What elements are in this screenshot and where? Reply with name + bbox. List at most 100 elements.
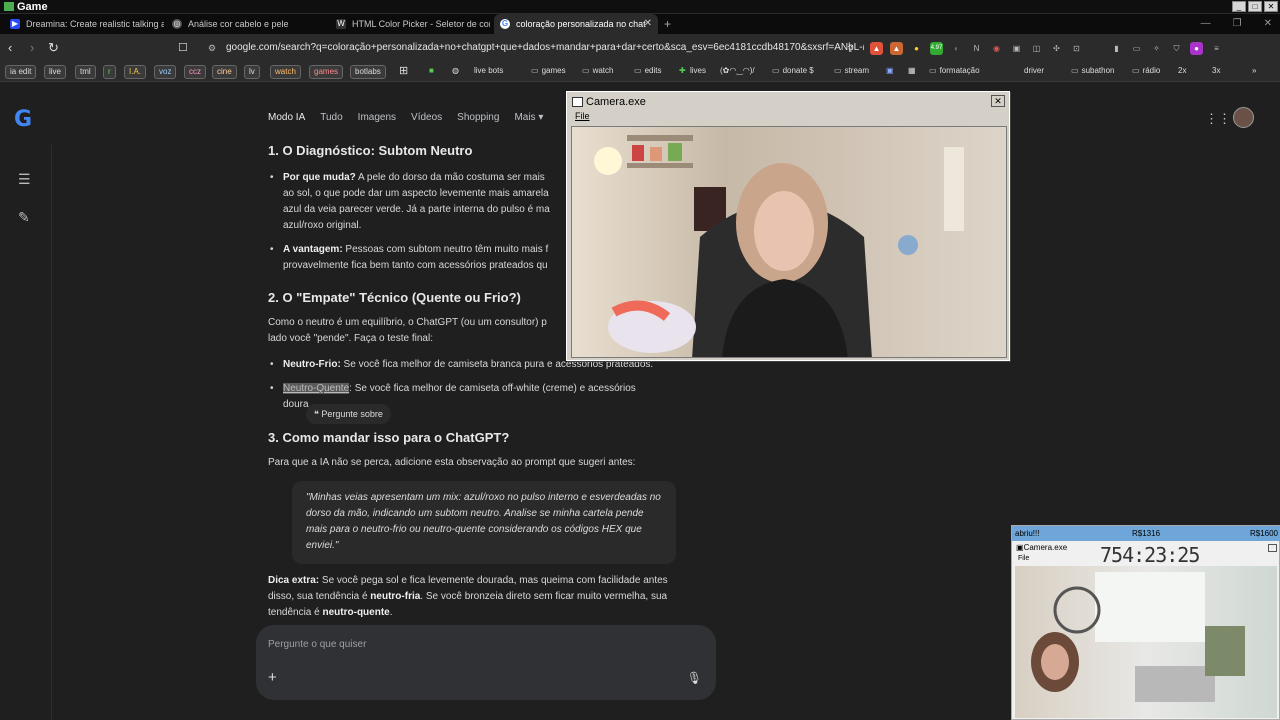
record-icon[interactable]: ◉ (990, 42, 1003, 55)
bookmark-icon[interactable]: ■ (425, 65, 438, 79)
extension-icon[interactable]: N (970, 42, 983, 55)
minimize-button[interactable]: _ (1232, 1, 1246, 12)
window-light (1095, 572, 1205, 642)
bookmark-chip[interactable]: cine (212, 65, 237, 79)
tab-imagens[interactable]: Imagens (358, 112, 396, 123)
close-icon[interactable]: ✕ (1264, 14, 1272, 34)
new-tab-button[interactable]: + (664, 14, 671, 34)
camera-title-bar[interactable]: Camera.exe (570, 95, 1006, 109)
tab-mais[interactable]: Mais ▾ (514, 112, 543, 123)
bookmark-2x[interactable]: 2x (1174, 65, 1190, 79)
screenshot-icon[interactable]: ⊡ (1070, 42, 1083, 55)
tab-tudo[interactable]: Tudo (320, 112, 342, 123)
maximize-button[interactable]: □ (1248, 1, 1262, 12)
fan (1053, 586, 1101, 634)
sidebar-icon[interactable]: ▮ (1110, 42, 1123, 55)
side-rail: ☰ ✎ (0, 145, 52, 720)
ask-input-box[interactable]: Pergunte o que quiser + 🎙 (256, 625, 716, 700)
camera-file-menu[interactable]: File (575, 111, 590, 121)
bookmark-3x[interactable]: 3x (1208, 65, 1224, 79)
overlay-scene (1031, 572, 1245, 702)
highlighted-text[interactable]: Neutro-Quente (283, 383, 350, 394)
bookmark-chip[interactable]: ccz (184, 65, 206, 79)
bookmark-chip[interactable]: I.A. (124, 65, 147, 79)
bookmark-chip[interactable]: lv (244, 65, 260, 79)
rewards-icon[interactable]: ▲ (890, 42, 903, 55)
tab-analise[interactable]: ◎ Análise cor cabelo e pele (166, 14, 328, 34)
bookmark-chip[interactable]: games (309, 65, 344, 79)
bookmark-icon[interactable]: ▣ (882, 65, 898, 79)
bookmark-icon[interactable]: ▦ (904, 65, 920, 79)
extension-icon[interactable]: ◐ (950, 42, 963, 55)
folder-subathon[interactable]: subathon (1067, 65, 1118, 79)
bookmark-live-bots[interactable]: live bots (470, 65, 507, 79)
bookmark-driver[interactable]: driver (1020, 65, 1048, 79)
avatar[interactable] (1233, 107, 1254, 128)
bookmark-chip[interactable]: voz (154, 65, 177, 79)
restore-icon[interactable]: ❐ (1233, 14, 1242, 34)
coin-icon[interactable]: ● (910, 42, 923, 55)
section-heading: 3. Como mandar isso para o ChatGPT? (268, 430, 510, 445)
close-tab-icon[interactable]: ✕ (644, 14, 652, 34)
paragraph: Para que a IA não se perca, adicione est… (268, 457, 636, 468)
close-window-button[interactable]: ✕ (1264, 1, 1278, 12)
bookmark-chip[interactable]: r (103, 65, 116, 79)
site-info-icon[interactable]: ⚙ (208, 38, 216, 58)
more-bookmarks-icon[interactable]: » (1248, 65, 1260, 79)
quote-icon: ❝ (314, 409, 319, 419)
ask-input-placeholder[interactable]: Pergunte o que quiser (268, 639, 366, 650)
bookmark-lives[interactable]: lives (686, 65, 710, 79)
bookmark-chip[interactable]: live (44, 65, 67, 79)
puzzle-icon[interactable]: ✣ (1050, 42, 1063, 55)
bookmark-chip[interactable]: ia edit (5, 65, 37, 79)
bookmark-chip[interactable]: tml (75, 65, 96, 79)
bookmark-chip[interactable]: botlabs (350, 65, 386, 79)
ask-about-button[interactable]: ❝ Pergunte sobre (306, 404, 391, 424)
bookmark-chip[interactable]: watch (270, 65, 301, 79)
tab-search-active[interactable]: Gcoloração personalizada no chat ✕ (494, 14, 658, 34)
extension-icon[interactable]: ▣ (1010, 42, 1023, 55)
paragraph: Como o neutro é um equilíbrio, o ChatGPT… (268, 317, 547, 344)
history-icon[interactable]: ☰ (18, 171, 31, 188)
play-icon: ▶ (10, 19, 20, 29)
leo-icon[interactable]: ✧ (1150, 42, 1163, 55)
folder-stream[interactable]: stream (830, 65, 873, 79)
folder-donate[interactable]: donate $ (768, 65, 818, 79)
bookmark-kaomoji[interactable]: (✿◠‿◠)/ (716, 65, 759, 79)
webcam-feed (571, 126, 1007, 358)
share-icon[interactable]: ⇪ (846, 42, 854, 58)
folder-edits[interactable]: edits (630, 65, 665, 79)
section-heading: 1. O Diagnóstico: Subtom Neutro (268, 143, 473, 158)
profile-icon[interactable]: ● (1190, 42, 1203, 55)
microphone-icon[interactable]: 🎙 (687, 671, 702, 685)
tab-modo-ia[interactable]: Modo IA (268, 112, 305, 123)
camera-close-button[interactable]: ✕ (991, 95, 1005, 107)
forward-icon[interactable]: › (30, 40, 34, 56)
folder-games[interactable]: games (527, 65, 570, 79)
wallet-icon[interactable]: ▭ (1130, 42, 1143, 55)
tab-color-picker[interactable]: W HTML Color Picker - Seletor de cor (330, 14, 490, 34)
camera-window[interactable]: Camera.exe ✕ File (566, 91, 1010, 361)
extension-icon[interactable]: ◫ (1030, 42, 1043, 55)
folder-formatacao[interactable]: formatação (925, 65, 984, 79)
folder-watch[interactable]: watch (578, 65, 617, 79)
extension-badge[interactable]: 4.97 (930, 42, 943, 55)
url-field[interactable]: ⚙ google.com/search?q=coloração+personal… (200, 38, 864, 58)
add-attachment-icon[interactable]: + (268, 669, 277, 686)
tab-dreamina[interactable]: ▶ Dreamina: Create realistic talking ava (4, 14, 164, 34)
bookmark-icon[interactable]: ☐ (178, 40, 188, 56)
menu-icon[interactable]: ≡ (1210, 42, 1223, 55)
minimize-icon[interactable]: — (1201, 14, 1211, 34)
openai-icon: ◎ (172, 19, 182, 29)
tab-shopping[interactable]: Shopping (457, 112, 499, 123)
reload-icon[interactable]: ↻ (48, 40, 59, 56)
apps-grid-icon[interactable]: ⊞ (395, 65, 412, 79)
shield-icon[interactable]: ⛉ (1170, 42, 1183, 55)
brave-shield-icon[interactable]: ▲ (870, 42, 883, 55)
new-chat-icon[interactable]: ✎ (18, 209, 30, 226)
back-icon[interactable]: ‹ (8, 40, 12, 56)
bookmark-icon[interactable]: ◍ (448, 65, 463, 79)
google-logo[interactable]: G (14, 107, 32, 132)
tab-videos[interactable]: Vídeos (411, 112, 442, 123)
folder-radio[interactable]: rádio (1128, 65, 1164, 79)
